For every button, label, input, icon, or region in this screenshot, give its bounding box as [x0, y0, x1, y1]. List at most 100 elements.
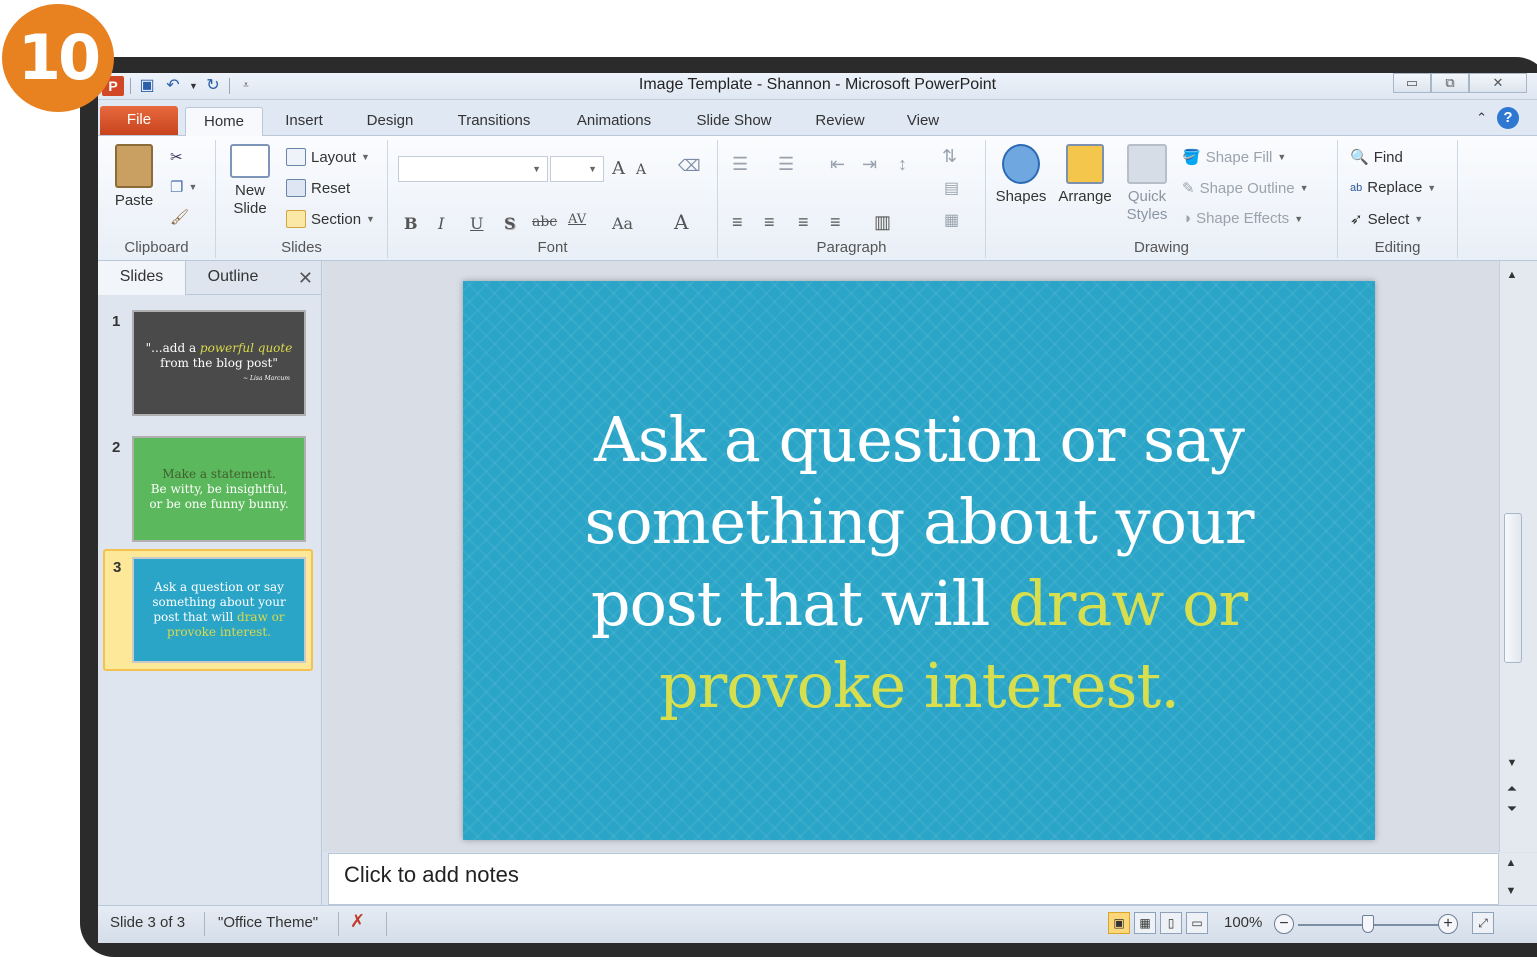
columns-icon[interactable]: ▥ [874, 212, 891, 233]
shapes-button[interactable]: Shapes [992, 144, 1050, 205]
strikethrough-button[interactable]: abc [532, 214, 557, 230]
cut-button[interactable]: ✂ [170, 148, 183, 166]
tab-file[interactable]: File [100, 106, 178, 135]
font-color-button[interactable]: A [674, 210, 688, 234]
scroll-down-icon[interactable]: ▼ [1500, 757, 1524, 769]
tab-view[interactable]: View [898, 107, 948, 136]
line-spacing-icon[interactable]: ↕ [898, 154, 907, 175]
increase-indent-icon[interactable]: ⇥ [862, 154, 877, 175]
align-text-icon[interactable]: ▤ [944, 178, 959, 198]
tab-review[interactable]: Review [808, 107, 872, 136]
tab-home[interactable]: Home [185, 107, 263, 136]
slide-thumbnail[interactable]: "...add a powerful quote from the blog p… [132, 310, 306, 416]
shape-fill-button[interactable]: 🪣 Shape Fill ▼ [1182, 148, 1287, 167]
slide-show-view-icon[interactable]: ▭ [1186, 912, 1208, 934]
scroll-up-icon[interactable]: ▲ [1499, 857, 1523, 869]
bold-button[interactable]: B [404, 214, 418, 233]
reading-view-icon[interactable]: ▯ [1160, 912, 1182, 934]
align-right-icon[interactable]: ≡ [798, 212, 809, 233]
replace-icon: ab [1350, 181, 1363, 194]
title-bar: P ▣ ↶ ▼ ↻ ⩡ Image Template - Shannon - M… [98, 73, 1537, 100]
close-button[interactable]: ✕ [1469, 73, 1527, 93]
spell-check-icon[interactable]: ✗ [350, 911, 365, 932]
reset-button[interactable]: Reset [286, 179, 350, 197]
layout-button[interactable]: Layout ▼ [286, 148, 370, 166]
slide-thumbnail-row[interactable]: 2 Make a statement. Be witty, be insight… [98, 431, 322, 549]
normal-view-icon[interactable]: ▣ [1108, 912, 1130, 934]
tab-slides[interactable]: Slides [98, 261, 186, 295]
slide-text-box[interactable]: Ask a question or say something about yo… [463, 399, 1375, 727]
quick-styles-button[interactable]: Quick Styles [1120, 144, 1174, 224]
justify-icon[interactable]: ≡ [830, 212, 841, 233]
vertical-scrollbar[interactable]: ▲ ▼ ⏶ ⏷ [1499, 261, 1537, 852]
new-slide-button[interactable]: New Slide [222, 144, 278, 218]
change-case-button[interactable]: Aa [612, 214, 633, 233]
previous-slide-icon[interactable]: ⏶ [1500, 781, 1524, 797]
shape-effects-button[interactable]: ◑ Shape Effects ▼ [1182, 210, 1303, 227]
numbering-icon[interactable]: ☰ [778, 154, 794, 175]
decrease-indent-icon[interactable]: ⇤ [830, 154, 845, 175]
find-button[interactable]: 🔍 Find [1350, 148, 1403, 167]
scroll-up-icon[interactable]: ▲ [1500, 269, 1524, 281]
brush-icon: 🖌 [170, 209, 190, 226]
slide-thumbnail-row[interactable]: 1 "...add a powerful quote from the blog… [98, 305, 322, 423]
current-slide[interactable]: Ask a question or say something about yo… [463, 281, 1375, 840]
shrink-font-button[interactable]: A [636, 162, 646, 178]
next-slide-icon[interactable]: ⏷ [1500, 801, 1524, 817]
slide-sorter-view-icon[interactable]: ▦ [1134, 912, 1156, 934]
restore-button[interactable]: ⧉ [1431, 73, 1469, 93]
shadow-button[interactable]: S [504, 214, 516, 233]
tab-insert[interactable]: Insert [276, 107, 332, 136]
bullets-icon[interactable]: ☰ [732, 154, 748, 175]
zoom-slider-handle[interactable] [1362, 915, 1374, 933]
tab-outline[interactable]: Outline [186, 261, 280, 295]
theme-status[interactable]: "Office Theme" [218, 914, 318, 931]
text-direction-icon[interactable]: ⇅ [942, 146, 957, 167]
zoom-out-icon[interactable]: − [1274, 914, 1294, 934]
thumb-text-line: Be witty, be insightful, [150, 481, 288, 496]
underline-button[interactable]: U [470, 214, 483, 233]
scroll-down-icon[interactable]: ▼ [1499, 885, 1523, 897]
character-spacing-button[interactable]: AV [568, 212, 586, 227]
fit-to-window-icon[interactable]: ⤢ [1472, 912, 1494, 934]
smartart-icon[interactable]: ▦ [944, 210, 959, 230]
arrange-button[interactable]: Arrange [1054, 144, 1116, 205]
tab-design[interactable]: Design [358, 107, 422, 136]
tab-transitions[interactable]: Transitions [448, 107, 540, 136]
slide-thumbnail-row-selected[interactable]: 3 Ask a question or say something about … [103, 549, 313, 671]
minimize-button[interactable]: ▭ [1393, 73, 1431, 93]
align-center-icon[interactable]: ≡ [764, 212, 775, 233]
clipboard-group: Paste ✂ ❐ ▼ 🖌 Clipboard [98, 140, 216, 258]
font-family-select[interactable]: ▼ [398, 156, 548, 182]
font-size-select[interactable]: ▼ [550, 156, 604, 182]
section-button[interactable]: Section ▼ [286, 210, 375, 228]
notes-scrollbar[interactable]: ▲ ▼ [1499, 853, 1537, 905]
notes-pane[interactable]: Click to add notes [328, 853, 1499, 905]
pen-icon: ✎ [1182, 180, 1195, 197]
italic-button[interactable]: I [438, 214, 444, 233]
chevron-down-icon: ▼ [1277, 152, 1287, 162]
minimize-ribbon-icon[interactable]: ⌃ [1476, 110, 1487, 126]
clear-formatting-icon[interactable]: ⌫ [678, 156, 701, 175]
zoom-in-icon[interactable]: + [1438, 914, 1458, 934]
paste-button[interactable]: Paste [106, 144, 162, 209]
help-icon[interactable]: ? [1497, 107, 1519, 129]
tab-slide-show[interactable]: Slide Show [688, 107, 780, 136]
close-icon[interactable]: ✕ [298, 268, 313, 289]
select-button[interactable]: ➶ Select ▼ [1350, 210, 1423, 229]
scissors-icon: ✂ [170, 149, 183, 166]
slide-thumbnail[interactable]: Make a statement. Be witty, be insightfu… [132, 436, 306, 542]
replace-button[interactable]: ab Replace ▼ [1350, 179, 1436, 196]
slide-thumbnail[interactable]: Ask a question or say something about yo… [132, 557, 306, 663]
shapes-icon [1002, 144, 1040, 184]
tab-animations[interactable]: Animations [566, 107, 662, 136]
zoom-level[interactable]: 100% [1224, 914, 1262, 931]
copy-button[interactable]: ❐ ▼ [170, 178, 197, 196]
align-left-icon[interactable]: ≡ [732, 212, 743, 233]
scrollbar-thumb[interactable] [1504, 513, 1522, 663]
chevron-down-icon: ▼ [361, 152, 370, 162]
grow-font-button[interactable]: A [612, 158, 625, 179]
format-painter-button[interactable]: 🖌 [170, 208, 189, 226]
editing-group: 🔍 Find ab Replace ▼ ➶ Select ▼ Editing [1338, 140, 1458, 258]
shape-outline-button[interactable]: ✎ Shape Outline ▼ [1182, 179, 1309, 198]
